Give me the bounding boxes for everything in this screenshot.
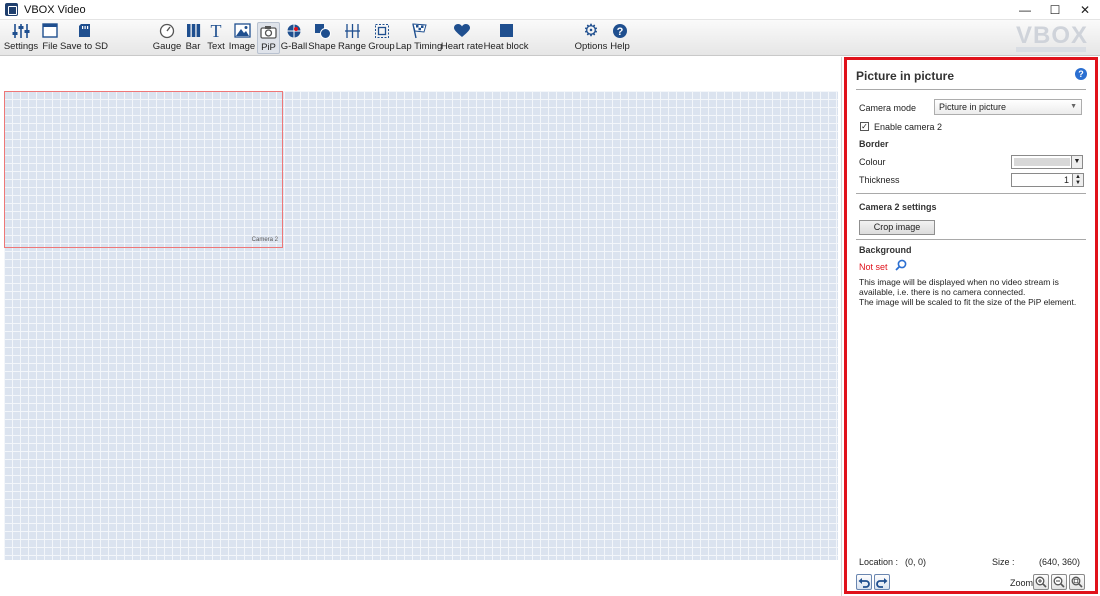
layout-canvas[interactable]: Camera 2 bbox=[0, 57, 842, 596]
g-ball-icon bbox=[286, 22, 302, 39]
minimize-button[interactable]: — bbox=[1010, 0, 1040, 20]
thickness-label: Thickness bbox=[859, 175, 900, 185]
colour-label: Colour bbox=[859, 157, 886, 167]
chevron-down-icon: ▼ bbox=[1070, 103, 1077, 110]
search-icon[interactable] bbox=[895, 259, 907, 271]
text-button[interactable]: T Text bbox=[207, 22, 225, 54]
spinner-arrows-icon[interactable]: ▲ ▼ bbox=[1072, 174, 1083, 186]
background-description: This image will be displayed when no vid… bbox=[859, 277, 1077, 307]
g-ball-button[interactable]: G-Ball bbox=[281, 22, 307, 54]
gear-icon: ⚙ bbox=[583, 20, 599, 40]
maximize-button[interactable]: ☐ bbox=[1040, 0, 1070, 20]
bar-button[interactable]: Bar bbox=[185, 22, 201, 54]
zoom-fit-button[interactable] bbox=[1069, 574, 1085, 590]
pip-element[interactable]: Camera 2 bbox=[4, 91, 283, 248]
background-value: Not set bbox=[859, 262, 888, 272]
size-value: (640, 360) bbox=[1039, 557, 1081, 567]
sd-card-icon bbox=[78, 22, 91, 39]
app-icon bbox=[5, 3, 18, 16]
camera-mode-label: Camera mode bbox=[859, 103, 917, 113]
image-icon bbox=[233, 22, 251, 39]
image-button[interactable]: Image bbox=[229, 22, 255, 54]
zoom-out-icon bbox=[1053, 576, 1065, 588]
gauge-icon bbox=[159, 22, 175, 39]
sliders-icon bbox=[12, 22, 30, 39]
close-button[interactable]: ✕ bbox=[1070, 0, 1100, 20]
vbox-logo: VBOX bbox=[1015, 22, 1088, 49]
zoom-label: Zoom bbox=[1010, 578, 1034, 588]
undo-icon bbox=[858, 577, 870, 588]
properties-panel: Picture in picture ? Camera mode Picture… bbox=[844, 57, 1098, 594]
group-icon bbox=[374, 22, 390, 39]
pip-label: Camera 2 bbox=[251, 237, 278, 243]
location-value: (0, 0) bbox=[905, 557, 927, 567]
options-button[interactable]: ⚙ Options bbox=[575, 20, 608, 54]
group-button[interactable]: Group bbox=[368, 22, 395, 54]
panel-title: Picture in picture bbox=[856, 69, 955, 83]
zoom-fit-icon bbox=[1071, 576, 1083, 588]
text-icon: T bbox=[210, 20, 222, 41]
undo-button[interactable] bbox=[856, 574, 872, 590]
redo-icon bbox=[876, 577, 888, 588]
enable-camera2-label: Enable camera 2 bbox=[874, 122, 943, 132]
camera-icon bbox=[260, 23, 277, 40]
settings-button[interactable]: Settings bbox=[4, 22, 38, 54]
heart-rate-button[interactable]: Heart rate bbox=[441, 22, 483, 54]
shapes-icon bbox=[314, 22, 331, 39]
window-controls: — ☐ ✕ bbox=[1010, 0, 1100, 20]
zoom-in-icon bbox=[1035, 576, 1047, 588]
title-bar: VBOX Video — ☐ ✕ bbox=[0, 0, 1100, 20]
divider bbox=[856, 239, 1086, 240]
svg-text:?: ? bbox=[617, 26, 624, 38]
pip-button[interactable]: PiP bbox=[257, 22, 280, 54]
zoom-in-button[interactable] bbox=[1033, 574, 1049, 590]
divider bbox=[856, 89, 1086, 90]
range-button[interactable]: Range bbox=[338, 22, 366, 54]
heat-block-button[interactable]: Heat block bbox=[484, 22, 528, 54]
crop-image-button[interactable]: Crop image bbox=[859, 220, 935, 235]
toolbar: Settings File Save to SD Gauge Bar T Tex… bbox=[0, 20, 1100, 56]
gauge-button[interactable]: Gauge bbox=[153, 22, 181, 54]
logo-underline bbox=[1016, 47, 1086, 52]
bar-chart-icon bbox=[186, 22, 201, 39]
camera-mode-select[interactable]: Picture in picture ▼ bbox=[934, 99, 1082, 115]
size-label: Size : bbox=[992, 557, 1015, 567]
border-section-label: Border bbox=[859, 139, 889, 149]
lap-timing-button[interactable]: Lap Timing bbox=[396, 22, 442, 54]
range-icon bbox=[344, 22, 361, 39]
window-title: VBOX Video bbox=[24, 3, 86, 16]
background-section-label: Background bbox=[859, 245, 912, 255]
enable-camera2-checkbox[interactable]: ✓ bbox=[860, 122, 869, 131]
thickness-stepper[interactable]: 1 ▲ ▼ bbox=[1011, 173, 1084, 187]
location-label: Location : bbox=[859, 557, 899, 567]
colour-picker[interactable]: ▼ bbox=[1011, 155, 1083, 169]
file-icon bbox=[42, 22, 58, 39]
shape-button[interactable]: Shape bbox=[308, 22, 336, 54]
help-icon: ? bbox=[612, 22, 628, 39]
redo-button[interactable] bbox=[874, 574, 890, 590]
checkered-flag-icon bbox=[411, 22, 428, 39]
chevron-down-icon[interactable]: ▼ bbox=[1071, 156, 1082, 168]
zoom-out-button[interactable] bbox=[1051, 574, 1067, 590]
divider bbox=[856, 193, 1086, 194]
colour-swatch bbox=[1014, 158, 1070, 166]
heat-block-icon bbox=[499, 22, 514, 39]
file-button[interactable]: File bbox=[41, 22, 59, 54]
panel-help-icon[interactable]: ? bbox=[1075, 68, 1087, 80]
help-button[interactable]: ? Help bbox=[610, 22, 630, 54]
heart-icon bbox=[454, 22, 470, 39]
camera2-settings-label: Camera 2 settings bbox=[859, 202, 937, 212]
save-to-sd-button[interactable]: Save to SD bbox=[60, 22, 108, 54]
